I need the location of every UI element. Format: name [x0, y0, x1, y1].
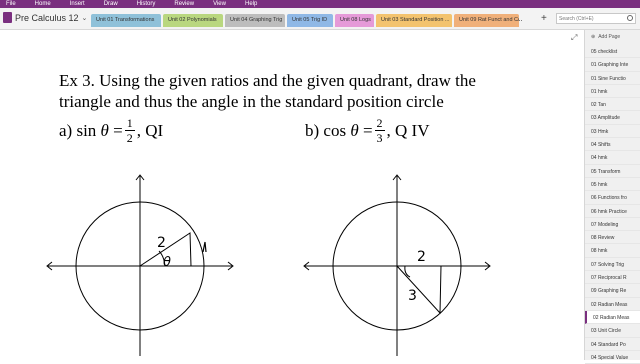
page-item[interactable]: 07 Solving Trig: [585, 258, 640, 272]
page-item[interactable]: 04 Special Value: [585, 351, 640, 364]
page-item[interactable]: 04 Shifts: [585, 138, 640, 152]
search-icon: [627, 15, 633, 21]
page-list: 05 checklist 01 Graphing Inte 01 Sine Func…: [585, 45, 640, 364]
page-item[interactable]: 04 hmk: [585, 151, 640, 165]
ink-mark-a: [202, 241, 207, 253]
page-item[interactable]: 06 hmk Practice: [585, 205, 640, 218]
add-page-button[interactable]: ⊕ Add Page: [585, 30, 640, 45]
page-item[interactable]: 07 Modeling: [585, 218, 640, 232]
page-item[interactable]: 07 Reciprocal R: [585, 271, 640, 285]
page-item[interactable]: 01 Sine Functio: [585, 72, 640, 85]
circle-diagram-b: [303, 174, 491, 356]
triangle-b: [396, 265, 442, 315]
page-item[interactable]: 01 hmk: [585, 85, 640, 99]
page-item[interactable]: 05 Transform: [585, 165, 640, 178]
page-item[interactable]: 05 hmk: [585, 178, 640, 192]
ink-drawing: 2 θ 2 3: [46, 174, 491, 356]
page-item[interactable]: 03 Hmk: [585, 125, 640, 139]
page-item[interactable]: 03 Amplitude: [585, 111, 640, 125]
add-icon: ⊕: [591, 34, 596, 40]
page-item[interactable]: 08 hmk: [585, 244, 640, 258]
page-item[interactable]: 01 Graphing Inte: [585, 58, 640, 72]
hw-a-hyp: 2: [157, 235, 166, 251]
add-page-label: Add Page: [598, 34, 621, 40]
circle-diagram-a: [46, 174, 234, 356]
hw-b-adj: 2: [417, 249, 426, 265]
page-item[interactable]: 06 Functions fro: [585, 191, 640, 205]
page-list-panel: ⊕ Add Page 05 checklist 01 Graphing Inte 0…: [584, 30, 640, 364]
hw-b-hyp: 3: [408, 288, 417, 304]
page-item[interactable]: 04 Standard Po: [585, 338, 640, 351]
hw-a-theta: θ: [163, 255, 171, 270]
page-item[interactable]: 08 Review: [585, 231, 640, 245]
page-item[interactable]: 02 Tan: [585, 98, 640, 112]
page-item[interactable]: 02 Radian Meas: [585, 298, 640, 311]
page-item[interactable]: 09 Graphing Re: [585, 284, 640, 298]
page-item[interactable]: 05 checklist: [585, 45, 640, 59]
page-item[interactable]: 03 Unit Circle: [585, 324, 640, 338]
page-item[interactable]: 02 Radian Meas: [585, 310, 640, 325]
